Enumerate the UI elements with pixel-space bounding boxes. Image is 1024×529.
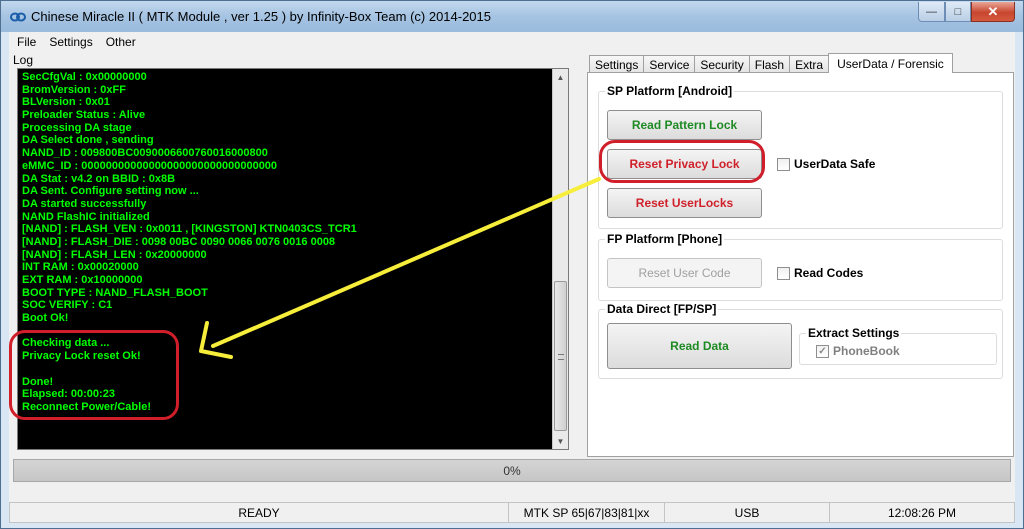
close-icon: ✕ — [987, 3, 999, 19]
fp-platform-group: FP Platform [Phone] Reset User Code Read… — [598, 232, 1003, 301]
read-pattern-lock-button[interactable]: Read Pattern Lock — [607, 110, 762, 140]
read-codes-checkbox[interactable]: Read Codes — [777, 266, 863, 280]
log-line: [NAND] : FLASH_LEN : 0x20000000 — [22, 248, 207, 261]
log-line: Done! — [22, 375, 54, 388]
log-line: [NAND] : FLASH_VEN : 0x0011 , [KINGSTON]… — [22, 223, 357, 236]
checkbox-icon — [777, 266, 790, 280]
log-label: Log — [13, 53, 34, 67]
userdata-safe-checkbox[interactable]: UserData Safe — [777, 157, 875, 171]
log-line: DA Select done , sending — [22, 134, 154, 147]
log-line: BromVersion : 0xFF — [22, 83, 126, 96]
log-line: Boot Ok! — [22, 312, 69, 325]
menu-settings[interactable]: Settings — [49, 35, 92, 49]
log-line: Preloader Status : Alive — [22, 109, 146, 122]
menu-file[interactable]: File — [17, 35, 36, 49]
userdata-panel: SP Platform [Android] Read Pattern Lock … — [587, 72, 1014, 457]
maximize-button[interactable]: □ — [945, 2, 971, 22]
log-line: DA Sent. Configure setting now ... — [22, 185, 199, 198]
menu-other[interactable]: Other — [106, 35, 136, 49]
log-line: SecCfgVal : 0x00000000 — [22, 71, 147, 83]
maximize-icon: □ — [954, 5, 962, 18]
read-data-button[interactable]: Read Data — [607, 323, 792, 369]
log-line: Reconnect Power/Cable! — [22, 400, 151, 413]
log-line: DA Stat : v4.2 on BBID : 0x8B — [22, 172, 176, 185]
extract-settings-title: Extract Settings — [806, 326, 902, 340]
checkmark-icon: ✓ — [816, 344, 829, 358]
log-line: NAND_ID : 009800BC0090006600760016000800 — [22, 147, 268, 160]
log-scrollbar[interactable]: ▲ ▼ — [552, 69, 568, 449]
sp-platform-title: SP Platform [Android] — [605, 84, 735, 98]
status-bar: READY MTK SP 65|67|83|81|xx USB 12:08:26… — [9, 502, 1015, 523]
extract-settings-group: Extract Settings ✓ PhoneBook — [799, 326, 997, 365]
menu-bar: File Settings Other — [9, 32, 1015, 52]
tab-flash[interactable]: Flash — [748, 55, 791, 73]
reset-user-code-button[interactable]: Reset User Code — [607, 258, 762, 288]
close-button[interactable]: ✕ — [971, 2, 1015, 22]
data-direct-group: Data Direct [FP/SP] Read Data Extract Se… — [598, 302, 1003, 379]
infinity-icon — [10, 12, 26, 22]
title-bar[interactable]: Chinese Miracle II ( MTK Module , ver 1.… — [1, 1, 1023, 32]
log-line: Checking data ... — [22, 337, 110, 350]
log-line: INT RAM : 0x00020000 — [22, 261, 139, 274]
log-line: Elapsed: 00:00:23 — [22, 388, 115, 401]
read-codes-label: Read Codes — [794, 266, 864, 280]
grip-icon — [558, 354, 564, 360]
log-lines: SecCfgVal : 0x00000000 BromVersion : 0xFF… — [22, 71, 550, 414]
minimize-button[interactable]: — — [918, 2, 945, 22]
minimize-icon: — — [926, 5, 937, 18]
fp-platform-title: FP Platform [Phone] — [605, 232, 725, 246]
checkbox-icon — [777, 157, 790, 171]
tab-service[interactable]: Service — [643, 55, 696, 73]
tab-security[interactable]: Security — [694, 55, 750, 73]
tab-settings[interactable]: Settings — [589, 55, 645, 73]
status-chip: MTK SP 65|67|83|81|xx — [509, 502, 665, 523]
tab-strip: Settings Service Security Flash Extra Us… — [589, 53, 953, 73]
phonebook-label: PhoneBook — [833, 344, 900, 358]
reset-privacy-lock-button[interactable]: Reset Privacy Lock — [607, 149, 762, 179]
log-panel[interactable]: SecCfgVal : 0x00000000 BromVersion : 0xFF… — [17, 68, 569, 450]
status-state: READY — [9, 502, 509, 523]
log-line: Processing DA stage — [22, 121, 132, 134]
scroll-thumb[interactable] — [554, 281, 567, 431]
log-line: eMMC_ID : 000000000000000000000000000000… — [22, 159, 278, 172]
window-title: Chinese Miracle II ( MTK Module , ver 1.… — [31, 9, 492, 24]
log-line: BLVersion : 0x01 — [22, 96, 110, 109]
status-port: USB — [665, 502, 830, 523]
log-line: [NAND] : FLASH_DIE : 0098 00BC 0090 0066… — [22, 235, 336, 248]
log-line: EXT RAM : 0x10000000 — [22, 274, 143, 286]
log-line: BOOT TYPE : NAND_FLASH_BOOT — [22, 286, 208, 299]
log-line: Privacy Lock reset Ok! — [22, 350, 141, 363]
phonebook-checkbox[interactable]: ✓ PhoneBook — [816, 344, 900, 358]
scroll-down-icon[interactable]: ▼ — [553, 433, 568, 449]
tab-extra[interactable]: Extra — [789, 55, 830, 73]
progress-bar: 0% — [13, 459, 1011, 482]
app-window: Chinese Miracle II ( MTK Module , ver 1.… — [0, 0, 1024, 529]
scroll-up-icon[interactable]: ▲ — [553, 69, 568, 85]
window-controls: — □ ✕ — [918, 2, 1015, 22]
tab-userdata-forensic[interactable]: UserData / Forensic — [828, 53, 953, 73]
log-line: SOC VERIFY : C1 — [22, 299, 113, 312]
data-direct-title: Data Direct [FP/SP] — [605, 302, 719, 316]
progress-text: 0% — [503, 463, 521, 478]
log-line: NAND FlashIC initialized — [22, 210, 150, 223]
userdata-safe-label: UserData Safe — [794, 157, 876, 171]
reset-userlocks-button[interactable]: Reset UserLocks — [607, 188, 762, 218]
log-line: DA started successfully — [22, 197, 147, 210]
sp-platform-group: SP Platform [Android] Read Pattern Lock … — [598, 84, 1003, 229]
status-time: 12:08:26 PM — [830, 502, 1015, 523]
